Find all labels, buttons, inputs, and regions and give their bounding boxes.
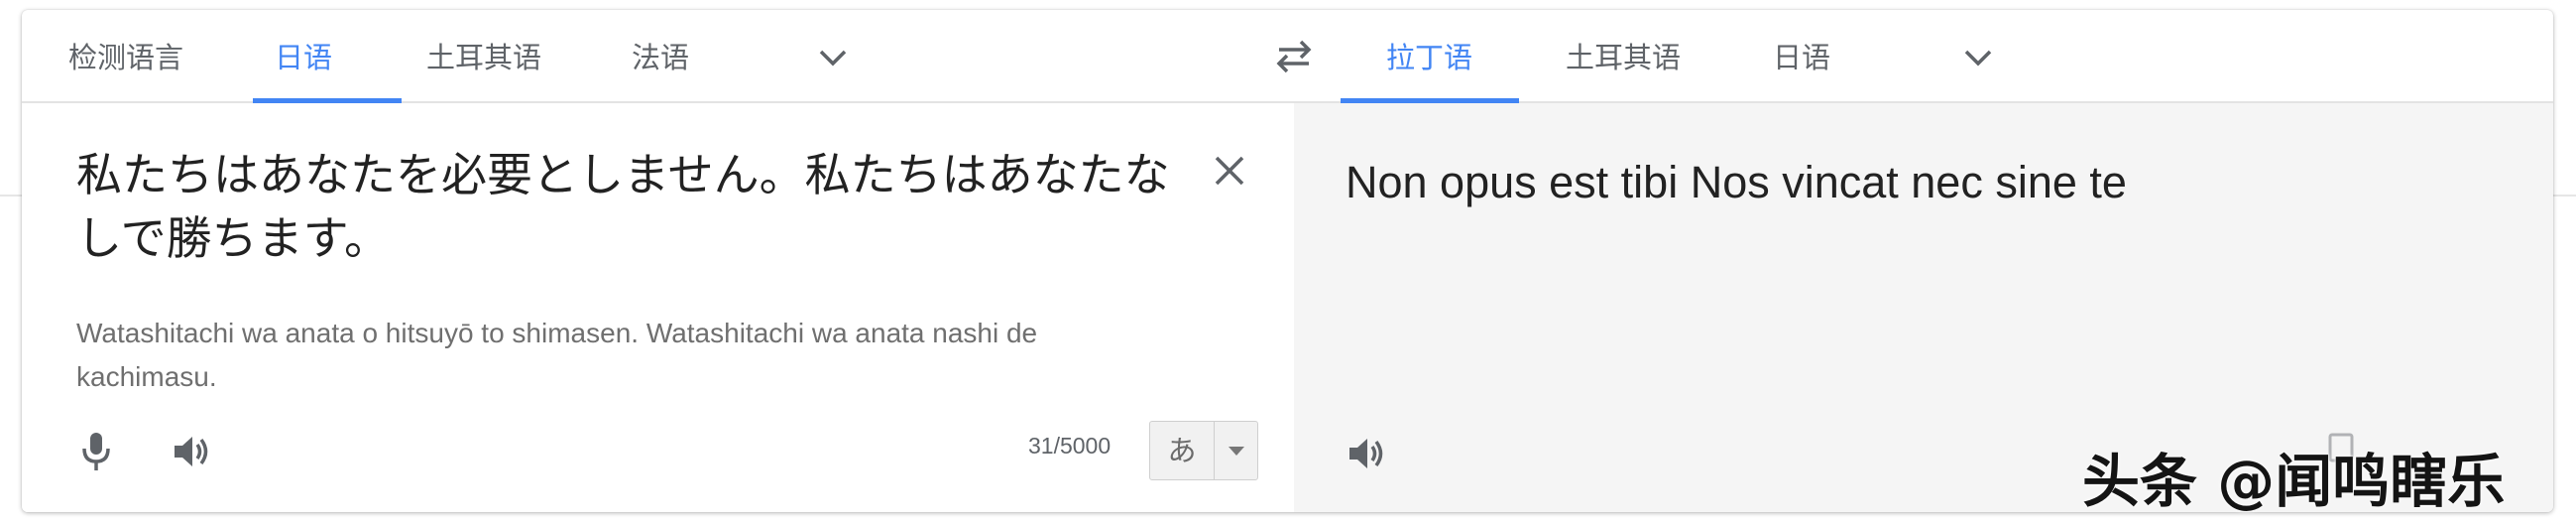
microphone-icon[interactable]	[79, 431, 113, 476]
chevron-down-icon[interactable]	[1960, 44, 1996, 75]
source-pane: 私たちはあなたを必要としません。私たちはあなたなしで勝ちます。 Watashit…	[22, 103, 1294, 512]
chevron-down-icon[interactable]	[815, 44, 851, 75]
translation-output: Non opus est tibi Nos vincat nec sine te	[1346, 157, 2127, 207]
ime-label: あ	[1167, 434, 1197, 467]
character-counter: 31/5000	[1028, 433, 1112, 459]
tab-source-japanese[interactable]: 日语	[275, 10, 332, 101]
romanization-text: Watashitachi wa anata o hitsuyō to shima…	[76, 318, 1038, 392]
source-text-input[interactable]: 私たちはあなたを必要としません。私たちはあなたなしで勝ちます。	[76, 143, 1207, 270]
watermark: 头条 @闻鸣瞎乐	[2082, 448, 2506, 515]
tab-target-japanese[interactable]: 日语	[1773, 10, 1830, 101]
swap-arrows-icon[interactable]	[1273, 38, 1315, 79]
speaker-icon[interactable]	[1346, 433, 1389, 478]
tab-source-french[interactable]: 法语	[632, 10, 689, 101]
tab-target-latin[interactable]: 拉丁语	[1386, 10, 1472, 101]
tab-source-turkish[interactable]: 土耳其语	[426, 10, 541, 101]
speaker-icon[interactable]	[171, 431, 214, 476]
close-icon[interactable]	[1212, 153, 1247, 193]
caret-down-icon[interactable]	[1229, 447, 1244, 456]
tab-detect-language[interactable]: 检测语言	[68, 10, 183, 101]
ime-divider	[1214, 422, 1215, 479]
input-tools-button[interactable]: あ	[1149, 421, 1258, 480]
tab-target-turkish[interactable]: 土耳其语	[1566, 10, 1681, 101]
language-bar: 检测语言 日语 土耳其语 法语 拉丁语 土耳其语 日语	[22, 10, 2553, 103]
